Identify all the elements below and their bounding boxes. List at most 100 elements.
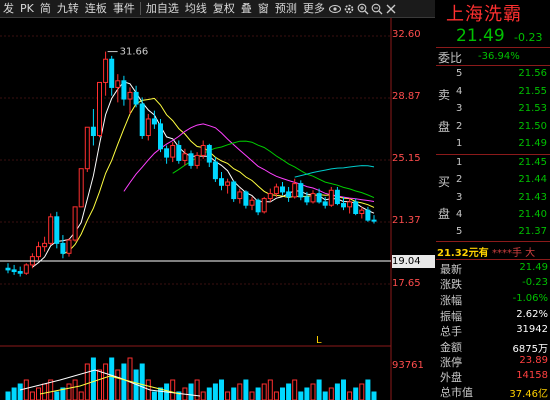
candle-body (133, 91, 139, 105)
adjust-price-button[interactable]: 复权 (210, 0, 238, 17)
candle-body (298, 183, 304, 198)
buy-level-1: 1 21.45 (456, 157, 547, 168)
toolbar-limit-streak-button[interactable]: 连板 (82, 0, 110, 17)
candle-body (121, 80, 127, 100)
candle-body (182, 153, 188, 161)
candle-body (72, 206, 78, 241)
candle-body (365, 209, 371, 221)
chart-toolbar: 发 PK 简 九转 连板 事件 加自选 均线 复权 叠 窗 预测 更多 (0, 0, 435, 18)
axis-label-top: 32.60 (392, 29, 421, 40)
stat-amplitude: 振幅 2.62% (440, 309, 548, 323)
candle-body (188, 153, 194, 166)
candle-body (261, 198, 267, 213)
volume-bar (298, 391, 304, 400)
volume-bar (200, 391, 206, 400)
sell-level-4: 4 21.55 (456, 86, 547, 97)
volume-bar (365, 379, 371, 400)
add-watchlist-button[interactable]: 加自选 (143, 0, 182, 17)
toolbar-nine-turn-button[interactable]: 九转 (54, 0, 82, 17)
volume-bar (267, 379, 273, 400)
volume-bar (127, 357, 133, 400)
settings-icon[interactable] (342, 0, 356, 17)
overlay-button[interactable]: 叠 (238, 0, 255, 17)
candle-body (139, 103, 145, 137)
volume-bar (334, 383, 340, 400)
candle-body (170, 144, 176, 158)
order-ratio-label: 委比 (438, 51, 463, 65)
candle-body (158, 123, 163, 150)
eye-icon[interactable] (328, 0, 342, 17)
volume-bar (212, 383, 218, 400)
candle-body (78, 168, 84, 208)
volume-bar (17, 383, 23, 400)
toolbar-pk-button[interactable]: PK (17, 0, 37, 17)
candle-body (17, 271, 23, 274)
volume-bar (36, 387, 41, 400)
stat-change-pct: 涨幅 -1.06% (440, 293, 548, 307)
volume-bar (231, 387, 237, 400)
toolbar-separator (139, 2, 141, 15)
quote-price-change: -0.23 (514, 31, 543, 44)
zoom-out-icon[interactable] (370, 0, 384, 17)
volume-bar (280, 387, 285, 400)
volume-axis-label: 93761 (392, 360, 424, 371)
buy-level-4: 4 21.40 (456, 209, 547, 220)
volume-bar (170, 379, 176, 400)
candle-body (219, 178, 224, 186)
volume-bar (249, 391, 255, 400)
candle-body (341, 203, 346, 208)
kline-chart[interactable]: 31.66 L (0, 18, 436, 400)
order-ratio-value: -36.94% (478, 51, 520, 62)
moving-average-button[interactable]: 均线 (182, 0, 210, 17)
sell-level-3: 3 21.53 (456, 103, 547, 114)
chart-marker: L (316, 335, 322, 346)
divider (436, 47, 550, 48)
last-trade-price: 21.32元有 (437, 248, 489, 259)
candle-body (5, 267, 11, 271)
candle-body (267, 193, 273, 200)
sell-level-5: 5 21.56 (456, 68, 547, 79)
zoom-in-icon[interactable] (356, 0, 370, 17)
volume-bar (23, 379, 29, 400)
volume-bar (5, 391, 11, 400)
volume-bars (5, 357, 377, 400)
more-button[interactable]: 更多 (300, 0, 328, 17)
candle-body (145, 118, 151, 137)
toolbar-events-button[interactable]: 事件 (110, 0, 138, 17)
stock-name: 上海洗霸 (446, 4, 522, 25)
candle-body (42, 242, 48, 248)
volume-bar (11, 387, 17, 400)
candle-body (304, 196, 310, 203)
sell-level-1: 1 21.49 (456, 138, 547, 149)
volume-bar (206, 387, 212, 400)
buy-level-5: 5 21.37 (456, 226, 547, 237)
forecast-button[interactable]: 预测 (272, 0, 300, 17)
volume-bar (54, 391, 60, 400)
volume-bar (139, 363, 145, 400)
window-button[interactable]: 窗 (255, 0, 272, 17)
close-icon[interactable] (384, 0, 398, 17)
candle-body (225, 181, 231, 186)
volume-bar (316, 379, 322, 400)
volume-bar (353, 387, 359, 400)
candle-body (194, 154, 200, 166)
candle-body (103, 58, 109, 83)
candle-body (322, 201, 328, 206)
volume-bar (84, 363, 90, 400)
volume-bar (90, 357, 96, 400)
quote-price: 21.49 (456, 26, 505, 46)
volume-bar (341, 379, 346, 400)
candle-body (36, 246, 41, 258)
stat-outer-volume: 外盘 14158 (440, 370, 548, 384)
candle-body (371, 219, 377, 222)
toolbar-fa-button[interactable]: 发 (0, 0, 17, 17)
candle-body (164, 148, 170, 158)
volume-bar (292, 379, 298, 400)
toolbar-simple-button[interactable]: 简 (37, 0, 54, 17)
candle-body (255, 199, 261, 213)
sell-level-2: 2 21.50 (456, 121, 547, 132)
volume-bar (151, 391, 157, 400)
volume-bar (261, 383, 267, 400)
volume-bar (347, 391, 353, 400)
candle-body (84, 126, 90, 170)
